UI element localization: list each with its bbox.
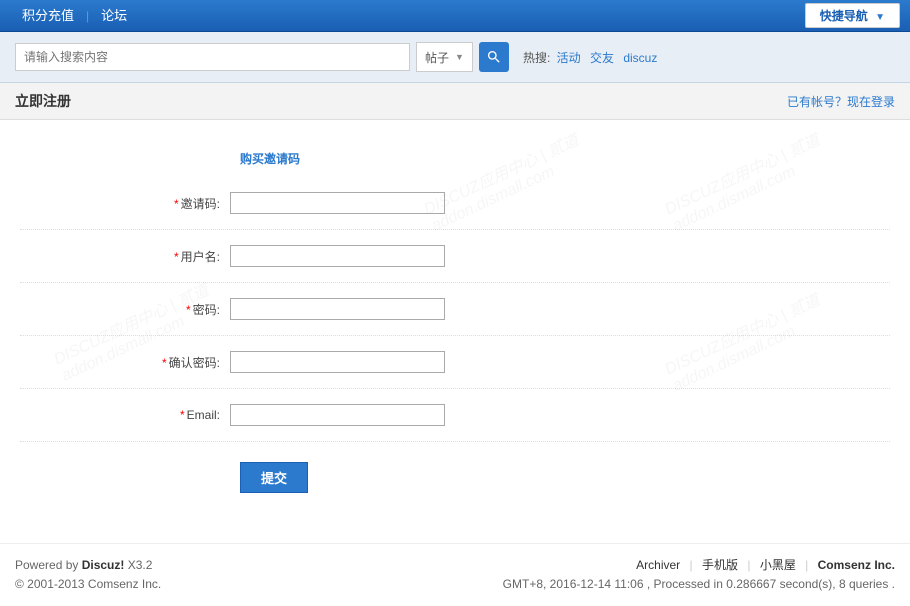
confirm-password-label: *确认密码: <box>20 354 230 371</box>
submit-row: 提交 <box>20 442 890 503</box>
chevron-down-icon: ▼ <box>455 52 464 62</box>
hot-link-discuz[interactable]: discuz <box>623 51 657 65</box>
search-bar: 帖子 ▼ 热搜: 活动 交友 discuz <box>0 32 910 83</box>
search-input[interactable] <box>15 43 410 71</box>
search-type-select[interactable]: 帖子 ▼ <box>416 42 473 72</box>
footer-separator: | <box>805 558 808 572</box>
form-row-invite: *邀请码: <box>20 177 890 230</box>
chevron-down-icon: ▼ <box>875 12 885 23</box>
comsenz-link[interactable]: Comsenz Inc. <box>818 558 895 572</box>
footer: Powered by Discuz! X3.2 © 2001-2013 Coms… <box>0 543 910 606</box>
credit-recharge-link[interactable]: 积分充值 <box>10 0 86 32</box>
hot-search: 热搜: 活动 交友 discuz <box>523 49 660 66</box>
footer-separator: | <box>690 558 693 572</box>
email-label: *Email: <box>20 408 230 422</box>
buy-invite-link[interactable]: 购买邀请码 <box>240 150 890 167</box>
hot-search-label: 热搜: <box>523 51 550 65</box>
search-icon <box>486 49 502 65</box>
invite-code-input[interactable] <box>230 192 445 214</box>
password-label: *密码: <box>20 301 230 318</box>
forum-link[interactable]: 论坛 <box>89 0 139 32</box>
page-header: 立即注册 已有帐号？现在登录 <box>0 83 910 120</box>
top-nav-left: 积分充值 | 论坛 <box>10 0 139 32</box>
submit-button[interactable]: 提交 <box>240 462 308 493</box>
copyright-text: © 2001-2013 Comsenz Inc. <box>15 575 161 594</box>
page-title: 立即注册 <box>15 91 71 111</box>
mobile-link[interactable]: 手机版 <box>702 558 738 572</box>
top-nav: 积分充值 | 论坛 快捷导航 ▼ <box>0 0 910 32</box>
username-input[interactable] <box>230 245 445 267</box>
footer-right: Archiver | 手机版 | 小黑屋 | Comsenz Inc. GMT+… <box>503 556 895 594</box>
quicknav-label: 快捷导航 <box>820 9 868 23</box>
form-row-password: *密码: <box>20 283 890 336</box>
blacklist-link[interactable]: 小黑屋 <box>760 558 796 572</box>
password-input[interactable] <box>230 298 445 320</box>
hot-link-activity[interactable]: 活动 <box>557 51 581 65</box>
hot-link-friends[interactable]: 交友 <box>590 51 614 65</box>
form-row-confirm: *确认密码: <box>20 336 890 389</box>
version-text: X3.2 <box>128 558 153 572</box>
username-label: *用户名: <box>20 248 230 265</box>
powered-by-text: Powered by <box>15 558 82 572</box>
form-row-email: *Email: <box>20 389 890 442</box>
archiver-link[interactable]: Archiver <box>636 558 680 572</box>
quicknav-button[interactable]: 快捷导航 ▼ <box>805 3 900 28</box>
login-link[interactable]: 已有帐号？现在登录 <box>787 93 895 110</box>
timezone-text: GMT+8, 2016-12-14 11:06 , Processed in 0… <box>503 575 895 594</box>
search-button[interactable] <box>479 42 509 72</box>
confirm-password-input[interactable] <box>230 351 445 373</box>
invite-code-label: *邀请码: <box>20 195 230 212</box>
footer-left: Powered by Discuz! X3.2 © 2001-2013 Coms… <box>15 556 161 594</box>
register-form: DISCUZ应用中心 | 贰道addon.dismall.com DISCUZ应… <box>0 120 910 523</box>
email-input[interactable] <box>230 404 445 426</box>
form-row-username: *用户名: <box>20 230 890 283</box>
search-select-label: 帖子 <box>425 49 449 66</box>
discuz-link[interactable]: Discuz! <box>82 558 125 572</box>
footer-separator: | <box>747 558 750 572</box>
